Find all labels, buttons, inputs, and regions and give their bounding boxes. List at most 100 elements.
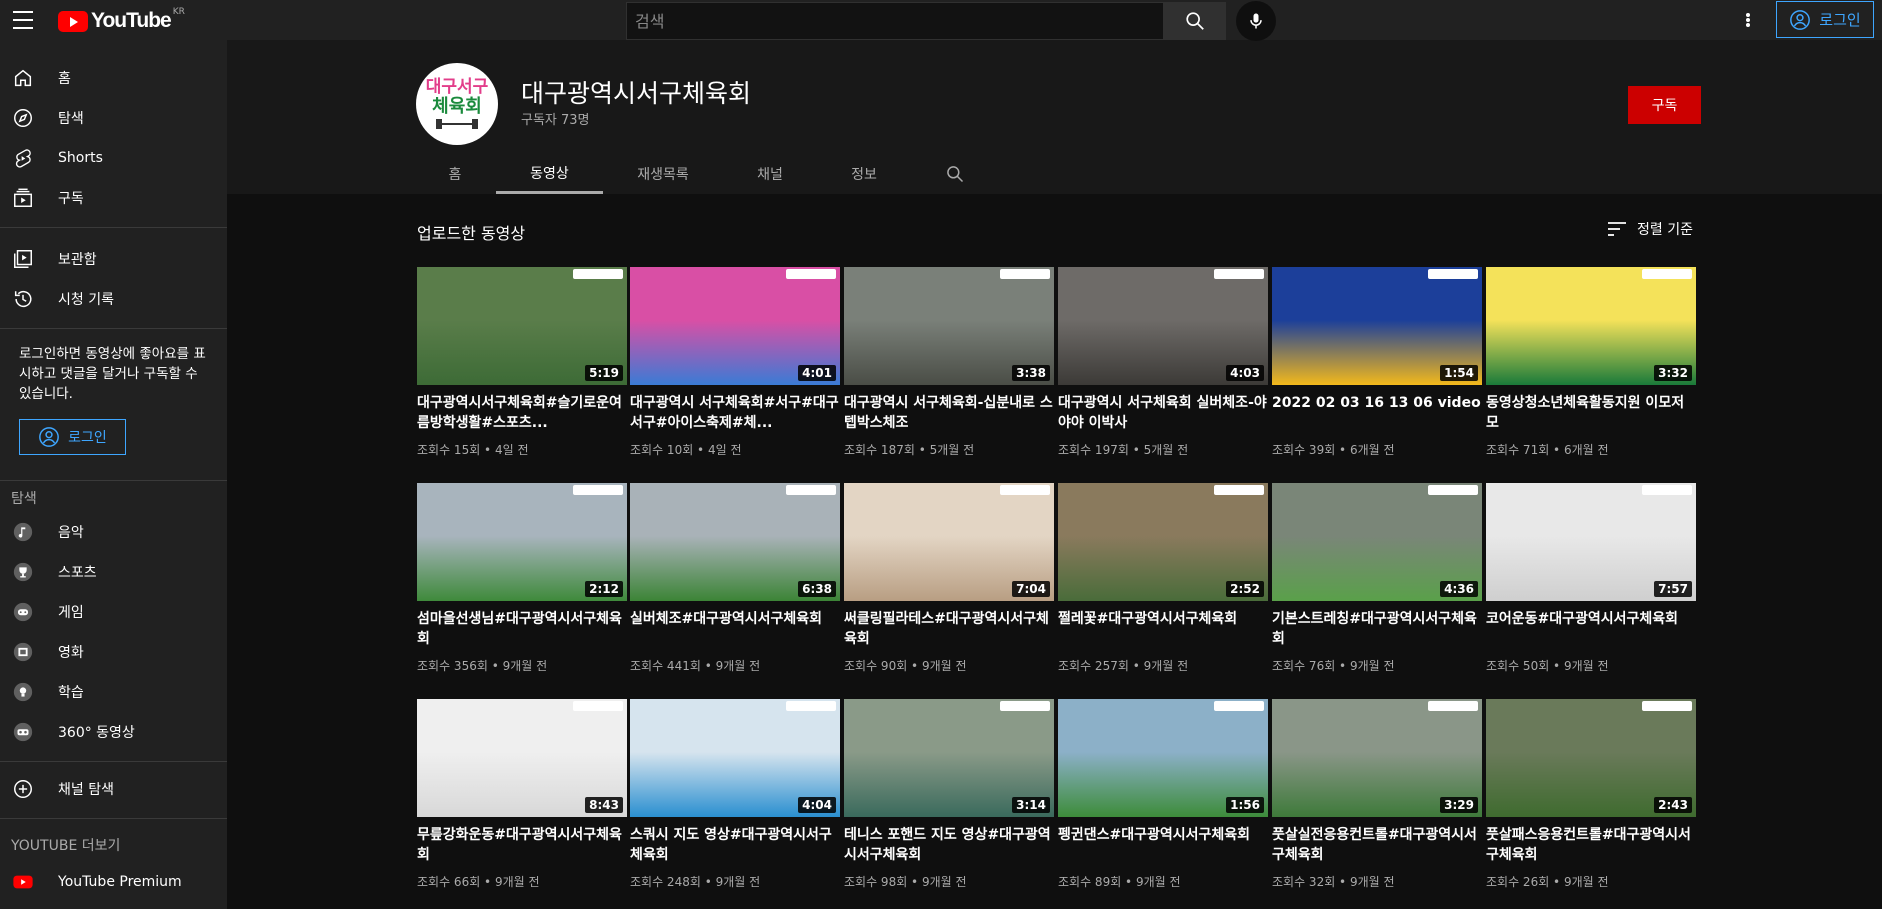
tab-home[interactable]: 홈 bbox=[430, 154, 480, 194]
video-card[interactable]: 8:43 무릎강화운동#대구광역시서구체육회 조회수 66회 • 9개월 전 bbox=[417, 699, 627, 890]
sidebar-divider bbox=[0, 818, 227, 819]
sidebar-item-learning[interactable]: 학습 bbox=[0, 672, 227, 712]
sort-button[interactable]: 정렬 기준 bbox=[1607, 219, 1693, 239]
video-thumbnail[interactable]: 4:36 bbox=[1272, 483, 1482, 601]
video-title[interactable]: 섬마을선생님#대구광역시서구체육회 bbox=[417, 609, 627, 649]
video-thumbnail[interactable]: 2:12 bbox=[417, 483, 627, 601]
video-meta: 조회수 356회 • 9개월 전 bbox=[417, 659, 548, 673]
section-title: 업로드한 동영상 bbox=[417, 224, 526, 243]
video-title[interactable]: 대구광역시 서구체육회 실버체조-야야야 이박사 bbox=[1058, 393, 1268, 433]
video-thumbnail[interactable]: 5:19 bbox=[417, 267, 627, 385]
video-title[interactable]: 펭귄댄스#대구광역시서구체육회 bbox=[1058, 825, 1268, 865]
video-card[interactable]: 5:19 대구광역시서구체육회#슬기로운여름방학생활#스포츠... 조회수 15회 … bbox=[417, 267, 627, 458]
video-card[interactable]: 2:52 쩔레꽃#대구광역시서구체육회 조회수 257회 • 9개월 전 bbox=[1058, 483, 1268, 674]
video-thumbnail[interactable]: 4:04 bbox=[630, 699, 840, 817]
video-card[interactable]: 3:32 동영상청소년체육활동지원 이모저모 조회수 71회 • 6개월 전 bbox=[1486, 267, 1696, 458]
video-card[interactable]: 2:12 섬마을선생님#대구광역시서구체육회조회수 356회 • 9개월 전 bbox=[417, 483, 627, 674]
sidebar-item-360-video[interactable]: 360° 동영상 bbox=[0, 712, 227, 752]
subscribe-button[interactable]: 구독 bbox=[1628, 86, 1701, 124]
sidebar-item-label: 시청 기록 bbox=[58, 292, 114, 308]
video-title[interactable]: 쩔레꽃#대구광역시서구체육회 bbox=[1058, 609, 1268, 649]
video-thumbnail[interactable]: 2:43 bbox=[1486, 699, 1696, 817]
sidebar-item-sports[interactable]: 스포츠 bbox=[0, 552, 227, 592]
video-card[interactable]: 1:56 펭귄댄스#대구광역시서구체육회 조회수 89회 • 9개월 전 bbox=[1058, 699, 1268, 890]
video-thumbnail[interactable]: 3:32 bbox=[1486, 267, 1696, 385]
video-card[interactable]: 7:04 써클링필라테스#대구광역시서구체육회 조회수 90회 • 9개월 전 bbox=[844, 483, 1054, 674]
sidebar-item-home[interactable]: 홈 bbox=[0, 58, 227, 98]
sidebar-item-label: Shorts bbox=[58, 150, 103, 166]
video-thumbnail[interactable]: 2:52 bbox=[1058, 483, 1268, 601]
sort-label: 정렬 기준 bbox=[1637, 222, 1693, 238]
tab-channels[interactable]: 채널 bbox=[744, 154, 796, 194]
video-card[interactable]: 2:43 풋살패스응용컨트롤#대구광역시서구체육회 조회수 26회 • 9개월 전 bbox=[1486, 699, 1696, 890]
video-card[interactable]: 4:36 기본스트레칭#대구광역시서구체육회 조회수 76회 • 9개월 전 bbox=[1272, 483, 1482, 674]
video-card[interactable]: 7:57 코어운동#대구광역시서구체육회 조회수 50회 • 9개월 전 bbox=[1486, 483, 1696, 674]
video-title[interactable]: 동영상청소년체육활동지원 이모저모 bbox=[1486, 393, 1696, 433]
video-duration: 3:32 bbox=[1654, 365, 1692, 381]
sidebar-login-button[interactable]: 로그인 bbox=[19, 419, 126, 455]
video-card[interactable]: 4:03 대구광역시 서구체육회 실버체조-야야야 이박사 조회수 197회 • 5… bbox=[1058, 267, 1268, 458]
video-duration: 7:04 bbox=[1012, 581, 1050, 597]
video-duration: 2:52 bbox=[1226, 581, 1264, 597]
video-thumbnail[interactable]: 3:38 bbox=[844, 267, 1054, 385]
video-thumbnail[interactable]: 7:04 bbox=[844, 483, 1054, 601]
video-title[interactable]: 대구광역시서구체육회#슬기로운여름방학생활#스포츠... bbox=[417, 393, 627, 433]
sidebar-item-shorts[interactable]: Shorts bbox=[0, 138, 227, 178]
youtube-logo[interactable]: YouTube KR bbox=[58, 7, 185, 33]
search-icon bbox=[1186, 12, 1204, 30]
channel-watermark bbox=[786, 701, 836, 711]
video-meta: 조회수 98회 • 9개월 전 bbox=[844, 875, 967, 889]
settings-more-icon[interactable] bbox=[1736, 8, 1760, 32]
sidebar-item-history[interactable]: 시청 기록 bbox=[0, 279, 227, 319]
video-title[interactable]: 스쿼시 지도 영상#대구광역시서구체육회 bbox=[630, 825, 840, 865]
sidebar-item-library[interactable]: 보관함 bbox=[0, 239, 227, 279]
video-thumbnail[interactable]: 6:38 bbox=[630, 483, 840, 601]
channel-search-button[interactable] bbox=[940, 154, 970, 194]
video-thumbnail[interactable]: 7:57 bbox=[1486, 483, 1696, 601]
login-button[interactable]: 로그인 bbox=[1776, 1, 1874, 38]
video-thumbnail[interactable]: 3:14 bbox=[844, 699, 1054, 817]
video-title[interactable]: 2022 02 03 16 13 06 video bbox=[1272, 393, 1482, 433]
sidebar-item-movies[interactable]: 영화 bbox=[0, 632, 227, 672]
menu-icon[interactable] bbox=[13, 11, 33, 29]
search-input[interactable] bbox=[626, 2, 1164, 40]
video-meta: 조회수 10회 • 4일 전 bbox=[630, 443, 742, 457]
video-title[interactable]: 풋살패스응용컨트롤#대구광역시서구체육회 bbox=[1486, 825, 1696, 865]
video-thumbnail[interactable]: 4:03 bbox=[1058, 267, 1268, 385]
sidebar-item-youtube-premium[interactable]: YouTube Premium bbox=[0, 862, 227, 902]
search-button[interactable] bbox=[1164, 2, 1226, 40]
video-thumbnail[interactable]: 4:01 bbox=[630, 267, 840, 385]
tab-about[interactable]: 정보 bbox=[838, 154, 890, 194]
sidebar-item-gaming[interactable]: 게임 bbox=[0, 592, 227, 632]
video-title[interactable]: 코어운동#대구광역시서구체육회 bbox=[1486, 609, 1696, 649]
video-card[interactable]: 6:38 실버체조#대구광역시서구체육회 조회수 441회 • 9개월 전 bbox=[630, 483, 840, 674]
sidebar-item-browse-channels[interactable]: 채널 탐색 bbox=[0, 769, 227, 809]
channel-avatar[interactable]: 대구서구 체육회 bbox=[416, 63, 498, 145]
video-card[interactable]: 3:14 테니스 포핸드 지도 영상#대구광역시서구체육회조회수 98회 • 9개… bbox=[844, 699, 1054, 890]
video-title[interactable]: 무릎강화운동#대구광역시서구체육회 bbox=[417, 825, 627, 865]
video-title[interactable]: 써클링필라테스#대구광역시서구체육회 bbox=[844, 609, 1054, 649]
video-thumbnail[interactable]: 3:29 bbox=[1272, 699, 1482, 817]
search-icon bbox=[947, 166, 964, 183]
video-title[interactable]: 실버체조#대구광역시서구체육회 bbox=[630, 609, 840, 649]
sidebar-item-music[interactable]: 음악 bbox=[0, 512, 227, 552]
video-card[interactable]: 3:29 풋살실전응용컨트롤#대구광역시서구체육회 조회수 32회 • 9개월 전 bbox=[1272, 699, 1482, 890]
video-card[interactable]: 4:01 대구광역시 서구체육회#서구#대구서구#아이스축제#체... 조회수 10… bbox=[630, 267, 840, 458]
video-thumbnail[interactable]: 1:54 bbox=[1272, 267, 1482, 385]
video-duration: 3:29 bbox=[1440, 797, 1478, 813]
voice-search-button[interactable] bbox=[1236, 1, 1276, 41]
tab-playlists[interactable]: 재생목록 bbox=[626, 154, 700, 194]
video-card[interactable]: 4:04 스쿼시 지도 영상#대구광역시서구체육회 조회수 248회 • 9개월 전 bbox=[630, 699, 840, 890]
sidebar-item-explore[interactable]: 탐색 bbox=[0, 98, 227, 138]
video-title[interactable]: 풋살실전응용컨트롤#대구광역시서구체육회 bbox=[1272, 825, 1482, 865]
tab-videos[interactable]: 동영상 bbox=[496, 154, 603, 194]
video-card[interactable]: 3:38 대구광역시 서구체육회-십분내로 스텝박스체조 조회수 187회 • 5개… bbox=[844, 267, 1054, 458]
video-title[interactable]: 테니스 포핸드 지도 영상#대구광역시서구체육회 bbox=[844, 825, 1054, 865]
video-card[interactable]: 1:54 2022 02 03 16 13 06 video 조회수 39회 • 6… bbox=[1272, 267, 1482, 458]
video-thumbnail[interactable]: 8:43 bbox=[417, 699, 627, 817]
video-thumbnail[interactable]: 1:56 bbox=[1058, 699, 1268, 817]
sidebar-item-subscriptions[interactable]: 구독 bbox=[0, 178, 227, 218]
video-title[interactable]: 대구광역시 서구체육회#서구#대구서구#아이스축제#체... bbox=[630, 393, 840, 433]
video-title[interactable]: 기본스트레칭#대구광역시서구체육회 bbox=[1272, 609, 1482, 649]
video-title[interactable]: 대구광역시 서구체육회-십분내로 스텝박스체조 bbox=[844, 393, 1054, 433]
